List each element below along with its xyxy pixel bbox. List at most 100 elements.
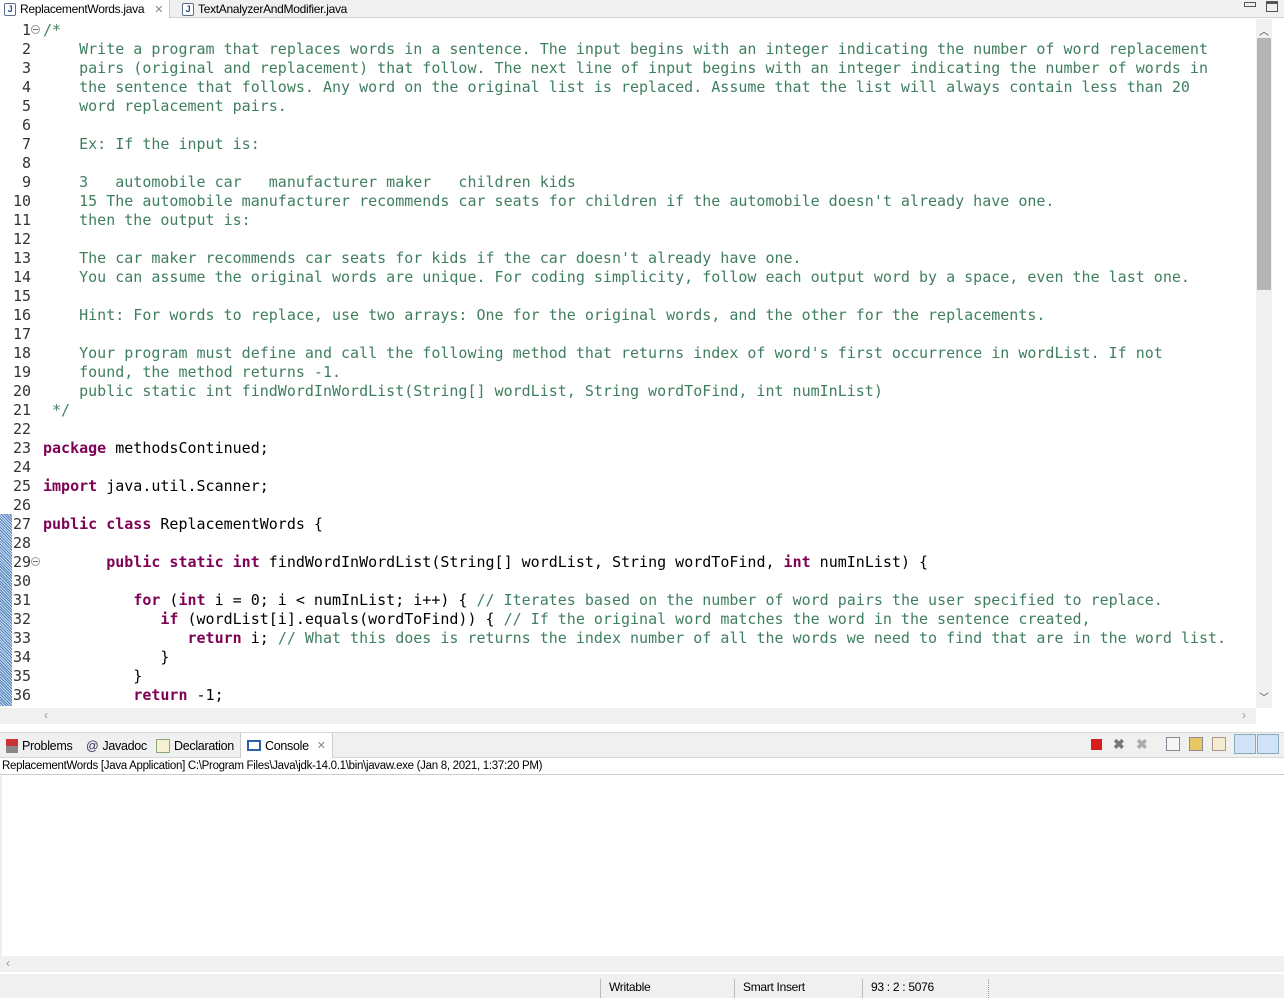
code-line[interactable]: 31 for (int i = 0; i < numInList; i++) {… — [0, 591, 1256, 610]
line-number: 23 — [12, 439, 31, 457]
code-line[interactable]: 18 Your program must define and call the… — [0, 344, 1256, 363]
remove-all-terminated-icon[interactable]: ✖ — [1136, 737, 1150, 751]
code-line[interactable]: 1 /* — [0, 21, 1256, 40]
status-cursor-position: 93 : 2 : 5076 — [862, 979, 988, 998]
comment-token: 15 The automobile manufacturer recommend… — [43, 192, 1055, 210]
scroll-left-icon[interactable]: ‹ — [6, 956, 10, 970]
code-line[interactable]: 24 — [0, 458, 1256, 477]
scroll-right-icon[interactable]: › — [1242, 708, 1246, 722]
code-line[interactable]: 7 Ex: If the input is: — [0, 135, 1256, 154]
code-line[interactable]: 29 public static int findWordInWordList(… — [0, 553, 1256, 572]
line-number: 9 — [21, 173, 31, 191]
remove-launch-icon[interactable]: ✖ — [1113, 737, 1127, 751]
code-line[interactable]: 2 Write a program that replaces words in… — [0, 40, 1256, 59]
code-line[interactable]: 28 — [0, 534, 1256, 553]
code-line[interactable]: 17 — [0, 325, 1256, 344]
code-text: public static int findWordInWordList(Str… — [43, 553, 928, 572]
code-line[interactable]: 6 — [0, 116, 1256, 135]
code-line[interactable]: 16 Hint: For words to replace, use two a… — [0, 306, 1256, 325]
code-line[interactable]: 32 if (wordList[i].equals(wordToFind)) {… — [0, 610, 1256, 629]
fold-collapse-icon[interactable] — [31, 557, 40, 566]
code-line[interactable]: 12 — [0, 230, 1256, 249]
comment-token: You can assume the original words are un… — [43, 268, 1190, 286]
code-text: return i; // What this does is returns t… — [43, 629, 1227, 648]
line-number: 16 — [12, 306, 31, 324]
console-output[interactable] — [0, 776, 1284, 956]
console-horizontal-scrollbar[interactable]: ‹ — [0, 956, 1284, 972]
tab-textanalyzerandmodifier[interactable]: J TextAnalyzerAndModifier.java — [178, 0, 353, 18]
scroll-lock-icon[interactable] — [1189, 737, 1203, 751]
code-editor[interactable]: 1/* 2 Write a program that replaces words… — [0, 19, 1256, 708]
tab-console[interactable]: Console ✕ — [240, 733, 333, 758]
code-text: 15 The automobile manufacturer recommend… — [43, 192, 1054, 211]
code-text: } — [43, 667, 142, 686]
comment-token: The car maker recommends car seats for k… — [43, 249, 802, 267]
close-tab-icon[interactable]: ✕ — [317, 739, 326, 752]
code-line[interactable]: 10 15 The automobile manufacturer recomm… — [0, 192, 1256, 211]
show-console-on-output-icon[interactable] — [1234, 734, 1256, 754]
code-line[interactable]: 27 public class ReplacementWords { — [0, 515, 1256, 534]
line-number: 17 — [12, 325, 31, 343]
code-line[interactable]: 14 You can assume the original words are… — [0, 268, 1256, 287]
code-line[interactable]: 21 */ — [0, 401, 1256, 420]
tab-replacementwords[interactable]: J ReplacementWords.java ✕ — [0, 0, 171, 18]
code-line[interactable]: 35 } — [0, 667, 1256, 686]
code-line[interactable]: 11 then the output is: — [0, 211, 1256, 230]
comment-token: /* — [43, 21, 62, 39]
code-line[interactable]: 3 pairs (original and replacement) that … — [0, 59, 1256, 78]
fold-collapse-icon[interactable] — [31, 25, 40, 34]
code-text: Hint: For words to replace, use two arra… — [43, 306, 1045, 325]
code-text: Ex: If the input is: — [43, 135, 260, 154]
tab-declaration[interactable]: Declaration — [150, 733, 240, 758]
code-text: then the output is: — [43, 211, 251, 230]
terminate-icon[interactable] — [1091, 739, 1102, 750]
scroll-left-icon[interactable]: ‹ — [44, 708, 48, 722]
java-file-icon: J — [182, 2, 194, 16]
code-line[interactable]: 26 — [0, 496, 1256, 515]
keyword-token: public static int — [106, 553, 260, 571]
code-text: package methodsContinued; — [43, 439, 269, 458]
tab-problems[interactable]: Problems — [0, 733, 78, 758]
comment-token: Hint: For words to replace, use two arra… — [43, 306, 1046, 324]
code-line[interactable]: 13 The car maker recommends car seats fo… — [0, 249, 1256, 268]
code-line[interactable]: 33 return i; // What this does is return… — [0, 629, 1256, 648]
code-line[interactable]: 9 3 automobile car manufacturer maker ch… — [0, 173, 1256, 192]
minimize-icon[interactable] — [1244, 2, 1256, 7]
code-line[interactable]: 19 found, the method returns -1. — [0, 363, 1256, 382]
tab-javadoc[interactable]: @ Javadoc — [80, 733, 153, 758]
code-line[interactable]: 23 package methodsContinued; — [0, 439, 1256, 458]
line-number: 6 — [21, 116, 31, 134]
code-line[interactable]: 15 — [0, 287, 1256, 306]
code-line[interactable]: 20 public static int findWordInWordList(… — [0, 382, 1256, 401]
code-line[interactable]: 30 — [0, 572, 1256, 591]
maximize-icon[interactable] — [1266, 1, 1278, 12]
word-wrap-icon[interactable] — [1212, 737, 1226, 751]
scroll-up-icon[interactable]: ︿ — [1259, 23, 1269, 38]
code-text: You can assume the original words are un… — [43, 268, 1190, 287]
keyword-token: int — [783, 553, 811, 571]
horizontal-scrollbar[interactable]: ‹ › — [0, 708, 1256, 724]
code-line[interactable]: 34 } — [0, 648, 1256, 667]
close-tab-icon[interactable]: ✕ — [154, 3, 163, 16]
keyword-token: import — [43, 477, 98, 495]
vertical-scrollbar-thumb[interactable] — [1257, 38, 1271, 290]
code-line[interactable]: 4 the sentence that follows. Any word on… — [0, 78, 1256, 97]
clear-console-icon[interactable] — [1166, 737, 1180, 751]
code-line[interactable]: 36 return -1; — [0, 686, 1256, 705]
code-line[interactable]: 22 — [0, 420, 1256, 439]
code-token: ( — [160, 591, 179, 609]
code-token: ReplacementWords { — [151, 515, 323, 533]
line-number: 14 — [12, 268, 31, 286]
code-line[interactable]: 8 — [0, 154, 1256, 173]
line-number: 20 — [12, 382, 31, 400]
code-text: Write a program that replaces words in a… — [43, 40, 1208, 59]
console-icon — [247, 740, 261, 751]
keyword-token: return — [133, 686, 188, 704]
scroll-down-icon[interactable]: ﹀ — [1259, 689, 1269, 704]
at-icon: @ — [86, 738, 99, 753]
code-line[interactable]: 25 import java.util.Scanner; — [0, 477, 1256, 496]
code-line[interactable]: 5 word replacement pairs. — [0, 97, 1256, 116]
code-text: if (wordList[i].equals(wordToFind)) { //… — [43, 610, 1090, 629]
show-console-on-error-icon[interactable] — [1257, 734, 1279, 754]
